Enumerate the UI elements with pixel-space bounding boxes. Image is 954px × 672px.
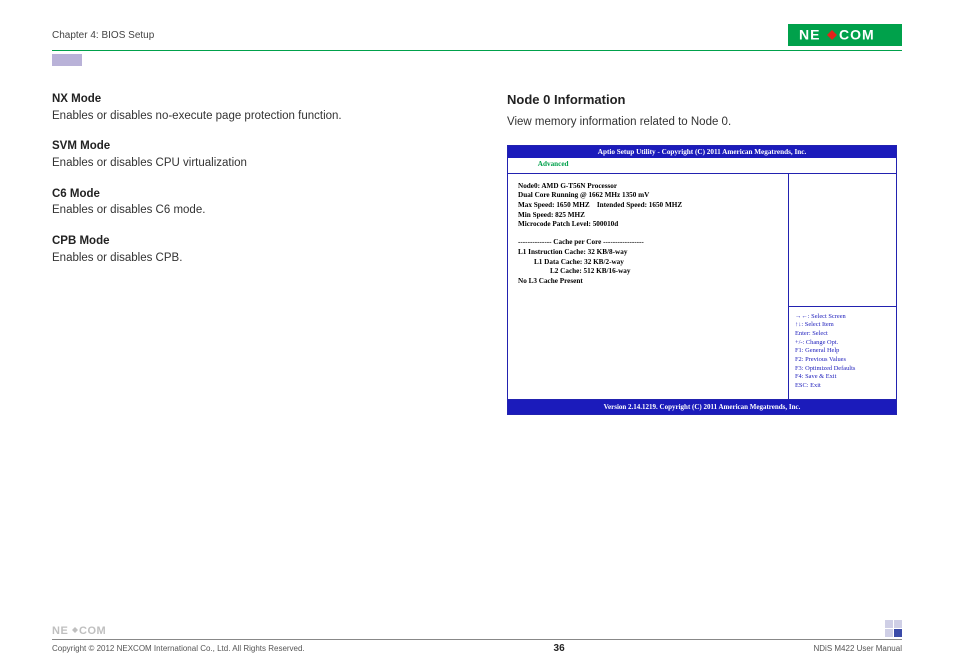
bios-line: No L3 Cache Present: [518, 277, 778, 287]
bios-line: L2 Cache: 512 KB/16-way: [518, 267, 778, 277]
copyright-text: Copyright © 2012 NEXCOM International Co…: [52, 644, 305, 653]
svm-mode-title: SVM Mode: [52, 138, 447, 155]
bios-side-panel: →←: Select Screen ↑↓: Select Item Enter:…: [788, 174, 896, 399]
bios-help-line: ↑↓: Select Item: [795, 321, 892, 330]
node0-desc: View memory information related to Node …: [507, 114, 902, 131]
nx-mode-block: NX Mode Enables or disables no-execute p…: [52, 91, 447, 124]
bios-line: -------------- Cache per Core ----------…: [518, 238, 778, 248]
bios-main-panel: Node0: AMD G-T56N Processor Dual Core Ru…: [508, 174, 788, 399]
footer-rule: [52, 639, 902, 640]
bios-tab-row: Advanced: [508, 158, 896, 173]
page-footer: NE COM Copyright © 2012 NEXCOM Internati…: [52, 620, 902, 654]
footer-info-row: Copyright © 2012 NEXCOM International Co…: [52, 643, 902, 654]
bios-title-bar: Aptio Setup Utility - Copyright (C) 2011…: [508, 146, 896, 159]
svm-mode-desc: Enables or disables CPU virtualization: [52, 157, 247, 169]
page-number: 36: [554, 643, 565, 654]
svg-text:COM: COM: [79, 625, 106, 636]
bios-line: Min Speed: 825 MHZ: [518, 211, 778, 221]
svg-text:COM: COM: [839, 27, 875, 43]
bios-line: L1 Data Cache: 32 KB/2-way: [518, 258, 778, 268]
bios-help-line: ESC: Exit: [795, 382, 892, 391]
bios-help-line: Enter: Select: [795, 330, 892, 339]
header-rule: [52, 50, 902, 51]
nexcom-logo-top: NE COM: [788, 24, 902, 46]
c6-mode-title: C6 Mode: [52, 186, 447, 203]
svg-text:NE: NE: [799, 27, 820, 43]
cpb-mode-block: CPB Mode Enables or disables CPB.: [52, 233, 447, 266]
right-column: Node 0 Information View memory informati…: [507, 91, 902, 415]
footer-top-row: NE COM: [52, 620, 902, 637]
nx-mode-desc: Enables or disables no-execute page prot…: [52, 110, 342, 122]
chapter-label: Chapter 4: BIOS Setup: [52, 30, 154, 41]
bios-blank: [518, 230, 778, 238]
bios-help-panel: →←: Select Screen ↑↓: Select Item Enter:…: [789, 306, 896, 399]
bios-help-line: F4: Save & Exit: [795, 373, 892, 382]
svm-mode-block: SVM Mode Enables or disables CPU virtual…: [52, 138, 447, 171]
node0-heading: Node 0 Information: [507, 91, 902, 110]
svg-text:NE: NE: [52, 625, 68, 636]
left-column: NX Mode Enables or disables no-execute p…: [52, 91, 447, 415]
cpb-mode-desc: Enables or disables CPB.: [52, 252, 182, 264]
bios-screenshot: Aptio Setup Utility - Copyright (C) 2011…: [507, 145, 897, 415]
bios-tab-advanced: Advanced: [538, 159, 569, 169]
bios-line: Node0: AMD G-T56N Processor: [518, 182, 778, 192]
bios-line: L1 Instruction Cache: 32 KB/8-way: [518, 248, 778, 258]
cpb-mode-title: CPB Mode: [52, 233, 447, 250]
bios-side-top: [789, 174, 896, 306]
bios-line: Max Speed: 1650 MHZ Intended Speed: 1650…: [518, 201, 778, 211]
page-header: Chapter 4: BIOS Setup NE COM: [52, 22, 902, 48]
bios-help-line: +/-: Change Opt.: [795, 339, 892, 348]
bios-footer-bar: Version 2.14.1219. Copyright (C) 2011 Am…: [508, 400, 896, 414]
footer-squares-icon: [885, 620, 902, 637]
bios-line: Microcode Patch Level: 500010d: [518, 220, 778, 230]
bios-help-line: F1: General Help: [795, 347, 892, 356]
c6-mode-desc: Enables or disables C6 mode.: [52, 204, 205, 216]
nx-mode-title: NX Mode: [52, 91, 447, 108]
bios-line: Dual Core Running @ 1662 MHz 1350 mV: [518, 191, 778, 201]
c6-mode-block: C6 Mode Enables or disables C6 mode.: [52, 186, 447, 219]
content-columns: NX Mode Enables or disables no-execute p…: [52, 91, 902, 415]
bios-tab-spacer: [522, 159, 524, 169]
bios-help-line: F2: Previous Values: [795, 356, 892, 365]
bios-help-line: F3: Optimized Defaults: [795, 365, 892, 374]
bios-help-line: →←: Select Screen: [795, 313, 892, 322]
manual-name: NDiS M422 User Manual: [814, 644, 902, 653]
section-tab-marker: [52, 54, 82, 66]
bios-body: Node0: AMD G-T56N Processor Dual Core Ru…: [508, 174, 896, 400]
nexcom-logo-bottom: NE COM: [52, 623, 122, 637]
